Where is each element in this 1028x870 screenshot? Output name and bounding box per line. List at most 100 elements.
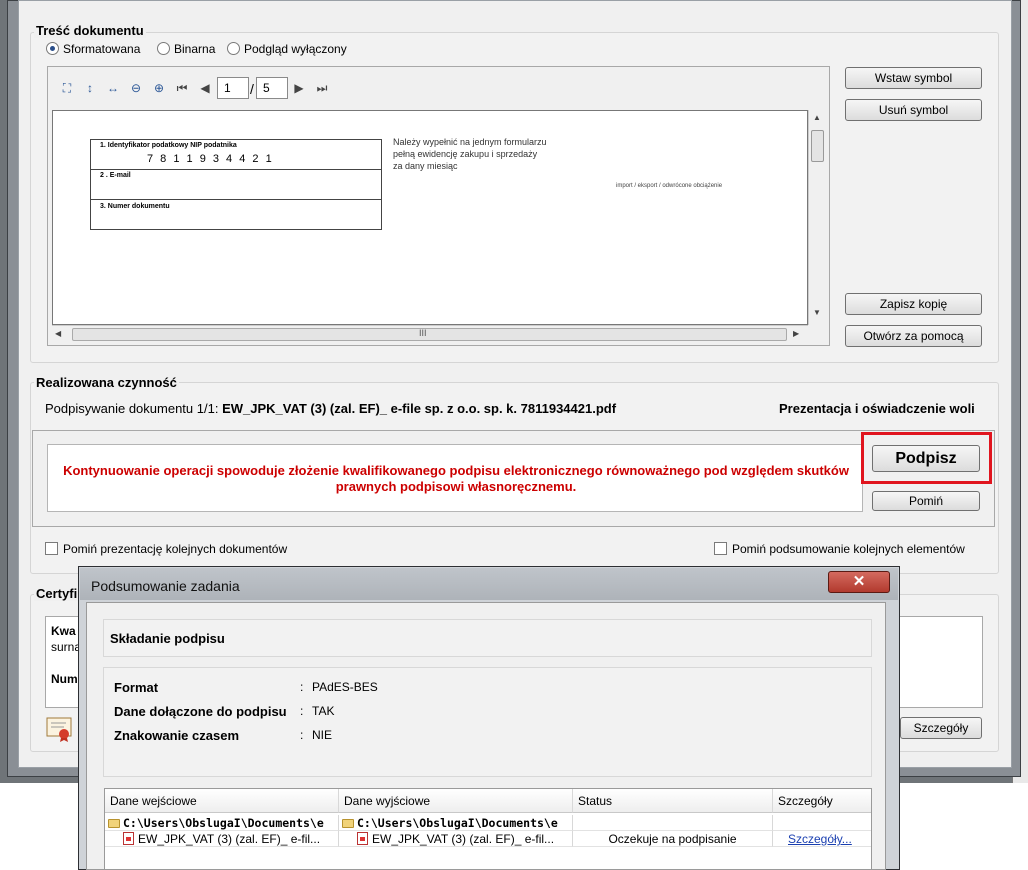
close-button[interactable]: ✕ (828, 571, 890, 593)
skip-summary-label: Pomiń podsumowanie kolejnych elementów (732, 542, 965, 556)
skip-summary-box (714, 542, 727, 555)
fit-width-icon[interactable]: ↔ (106, 81, 120, 95)
scroll-grip-icon: III (419, 328, 427, 338)
table-row-file-input[interactable]: EW_JPK_VAT (3) (zal. EF)_ e-fil... (105, 831, 339, 847)
pdf-file-icon (123, 832, 134, 845)
table-row-folder-output[interactable]: C:\Users\ObslugaI\Documents\e (339, 815, 573, 831)
certificate-icon (46, 716, 74, 742)
document-vertical-scrollbar[interactable]: ▲ ▼ (808, 110, 826, 325)
save-copy-button[interactable]: Zapisz kopię (845, 293, 982, 315)
table-row-folder-status (573, 815, 773, 831)
page-number-input[interactable]: 1 (217, 77, 249, 99)
activity-filename: EW_JPK_VAT (3) (zal. EF)_ e-file sp. z o… (222, 401, 617, 416)
certificate-line-2: surna (51, 640, 82, 654)
prop-format-sep: : (300, 680, 304, 694)
certificate-line-1: Kwa (51, 624, 76, 638)
certificate-details-button[interactable]: Szczegóły (900, 717, 982, 739)
skip-presentation-label: Pomiń prezentację kolejnych dokumentów (63, 542, 288, 556)
radio-preview-off-indicator (227, 42, 240, 55)
form-field-nip-label: 1. Identyfikator podatkowy NIP podatnika (100, 142, 237, 149)
first-page-icon[interactable]: ⏮ (175, 81, 189, 95)
zoom-in-icon[interactable]: ⊕ (152, 81, 166, 95)
scroll-down-icon[interactable]: ▼ (813, 308, 821, 317)
folder-icon (342, 819, 354, 828)
column-header-status[interactable]: Status (573, 789, 773, 813)
radio-preview-off[interactable]: Podgląd wyłączony (227, 42, 347, 56)
horizontal-scroll-thumb[interactable]: III (72, 328, 787, 341)
open-with-button[interactable]: Otwórz za pomocą (845, 325, 982, 347)
skip-presentation-checkbox[interactable]: Pomiń prezentację kolejnych dokumentów (45, 542, 287, 556)
signature-properties-panel: Format : PAdES-BES Dane dołączone do pod… (103, 667, 872, 777)
content-group-title: Treść dokumentu (34, 23, 146, 38)
document-horizontal-scrollbar[interactable]: ◀ III ▶ (52, 325, 808, 343)
form-field-nip-value: 7 8 1 1 9 3 4 4 2 1 (147, 153, 274, 165)
form-note-line-2: pełną ewidencję zakupu i sprzedaży (393, 149, 538, 159)
form-field-doc-number-label: 3. Numer dokumentu (100, 203, 170, 210)
signing-section-title: Składanie podpisu (110, 631, 225, 646)
prop-format-key: Format (114, 680, 159, 695)
document-page: 1. Identyfikator podatkowy NIP podatnika… (52, 110, 808, 325)
form-field-doc-number: 3. Numer dokumentu (90, 199, 382, 230)
scroll-left-icon[interactable]: ◀ (55, 329, 61, 338)
table-row-file-output[interactable]: EW_JPK_VAT (3) (zal. EF)_ e-fil... (339, 831, 573, 847)
file-details-link[interactable]: Szczegóły... (773, 831, 871, 847)
last-page-icon[interactable]: ⏭ (315, 81, 329, 95)
radio-binary-label: Binarna (174, 42, 216, 56)
file-input-name: EW_JPK_VAT (3) (zal. EF)_ e-fil... (138, 832, 321, 846)
prop-timestamp-key: Znakowanie czasem (114, 728, 239, 743)
radio-formatted-label: Sformatowana (63, 42, 141, 56)
close-icon: ✕ (852, 573, 866, 590)
prev-page-icon[interactable]: ◀ (198, 81, 212, 95)
fit-height-icon[interactable]: ↕ (83, 81, 97, 95)
scroll-right-icon[interactable]: ▶ (793, 329, 799, 338)
form-note-line-1: Należy wypełnić na jednym formularzu (393, 137, 547, 147)
form-note-small: import / eksport / odwrócone obciążenie (616, 183, 723, 189)
form-field-email-label: 2 . E-mail (100, 172, 131, 179)
folder-output-path: C:\Users\ObslugaI\Documents\e (357, 816, 558, 830)
prop-format-value: PAdES-BES (312, 680, 378, 694)
form-field-email: 2 . E-mail (90, 169, 382, 200)
prop-attached-data-key: Dane dołączone do podpisu (114, 704, 287, 719)
prop-attached-data-value: TAK (312, 704, 335, 718)
radio-binary[interactable]: Binarna (157, 42, 215, 56)
certificate-group-title: Certyfi (34, 586, 80, 601)
next-page-icon[interactable]: ▶ (292, 81, 306, 95)
summary-dialog-title: Podsumowanie zadania (91, 578, 240, 594)
radio-binary-indicator (157, 42, 170, 55)
fit-page-icon[interactable]: ⛶ (60, 81, 74, 95)
warning-box: Kontynuowanie operacji spowoduje złożeni… (47, 444, 863, 512)
page-total: 5 (256, 77, 288, 99)
form-note-line-3: za dany miesiąc (393, 161, 458, 171)
column-header-input[interactable]: Dane wejściowe (105, 789, 339, 813)
radio-formatted[interactable]: Sformatowana (46, 42, 140, 56)
prop-attached-data-sep: : (300, 704, 304, 718)
column-header-output[interactable]: Dane wyjściowe (339, 789, 573, 813)
skip-presentation-box (45, 542, 58, 555)
scroll-up-icon[interactable]: ▲ (813, 113, 821, 122)
warning-text: Kontynuowanie operacji spowoduje złożeni… (63, 463, 849, 494)
table-row-folder-input[interactable]: C:\Users\ObslugaI\Documents\e (105, 815, 339, 831)
summary-dialog-titlebar[interactable]: Podsumowanie zadania (80, 568, 898, 600)
file-output-name: EW_JPK_VAT (3) (zal. EF)_ e-fil... (372, 832, 555, 846)
certificate-line-3: Num (51, 672, 78, 686)
column-header-details[interactable]: Szczegóły (773, 789, 871, 813)
activity-description: Podpisywanie dokumentu 1/1: EW_JPK_VAT (… (45, 401, 616, 416)
table-row-folder-details (773, 815, 871, 831)
pdf-file-icon (357, 832, 368, 845)
signing-section-panel: Składanie podpisu (103, 619, 872, 657)
prop-timestamp-sep: : (300, 728, 304, 742)
radio-formatted-indicator (46, 42, 59, 55)
insert-symbol-button[interactable]: Wstaw symbol (845, 67, 982, 89)
skip-summary-checkbox[interactable]: Pomiń podsumowanie kolejnych elementów (714, 542, 965, 556)
sign-button[interactable]: Podpisz (872, 445, 980, 472)
folder-input-path: C:\Users\ObslugaI\Documents\e (123, 816, 324, 830)
zoom-out-icon[interactable]: ⊖ (129, 81, 143, 95)
prop-timestamp-value: NIE (312, 728, 333, 742)
radio-preview-off-label: Podgląd wyłączony (244, 42, 347, 56)
file-status: Oczekuje na podpisanie (573, 831, 773, 847)
activity-prefix: Podpisywanie dokumentu 1/1: (45, 401, 223, 416)
remove-symbol-button[interactable]: Usuń symbol (845, 99, 982, 121)
skip-button[interactable]: Pomiń (872, 491, 980, 511)
vertical-scroll-thumb[interactable] (811, 130, 824, 162)
form-field-nip: 1. Identyfikator podatkowy NIP podatnika… (90, 139, 382, 170)
